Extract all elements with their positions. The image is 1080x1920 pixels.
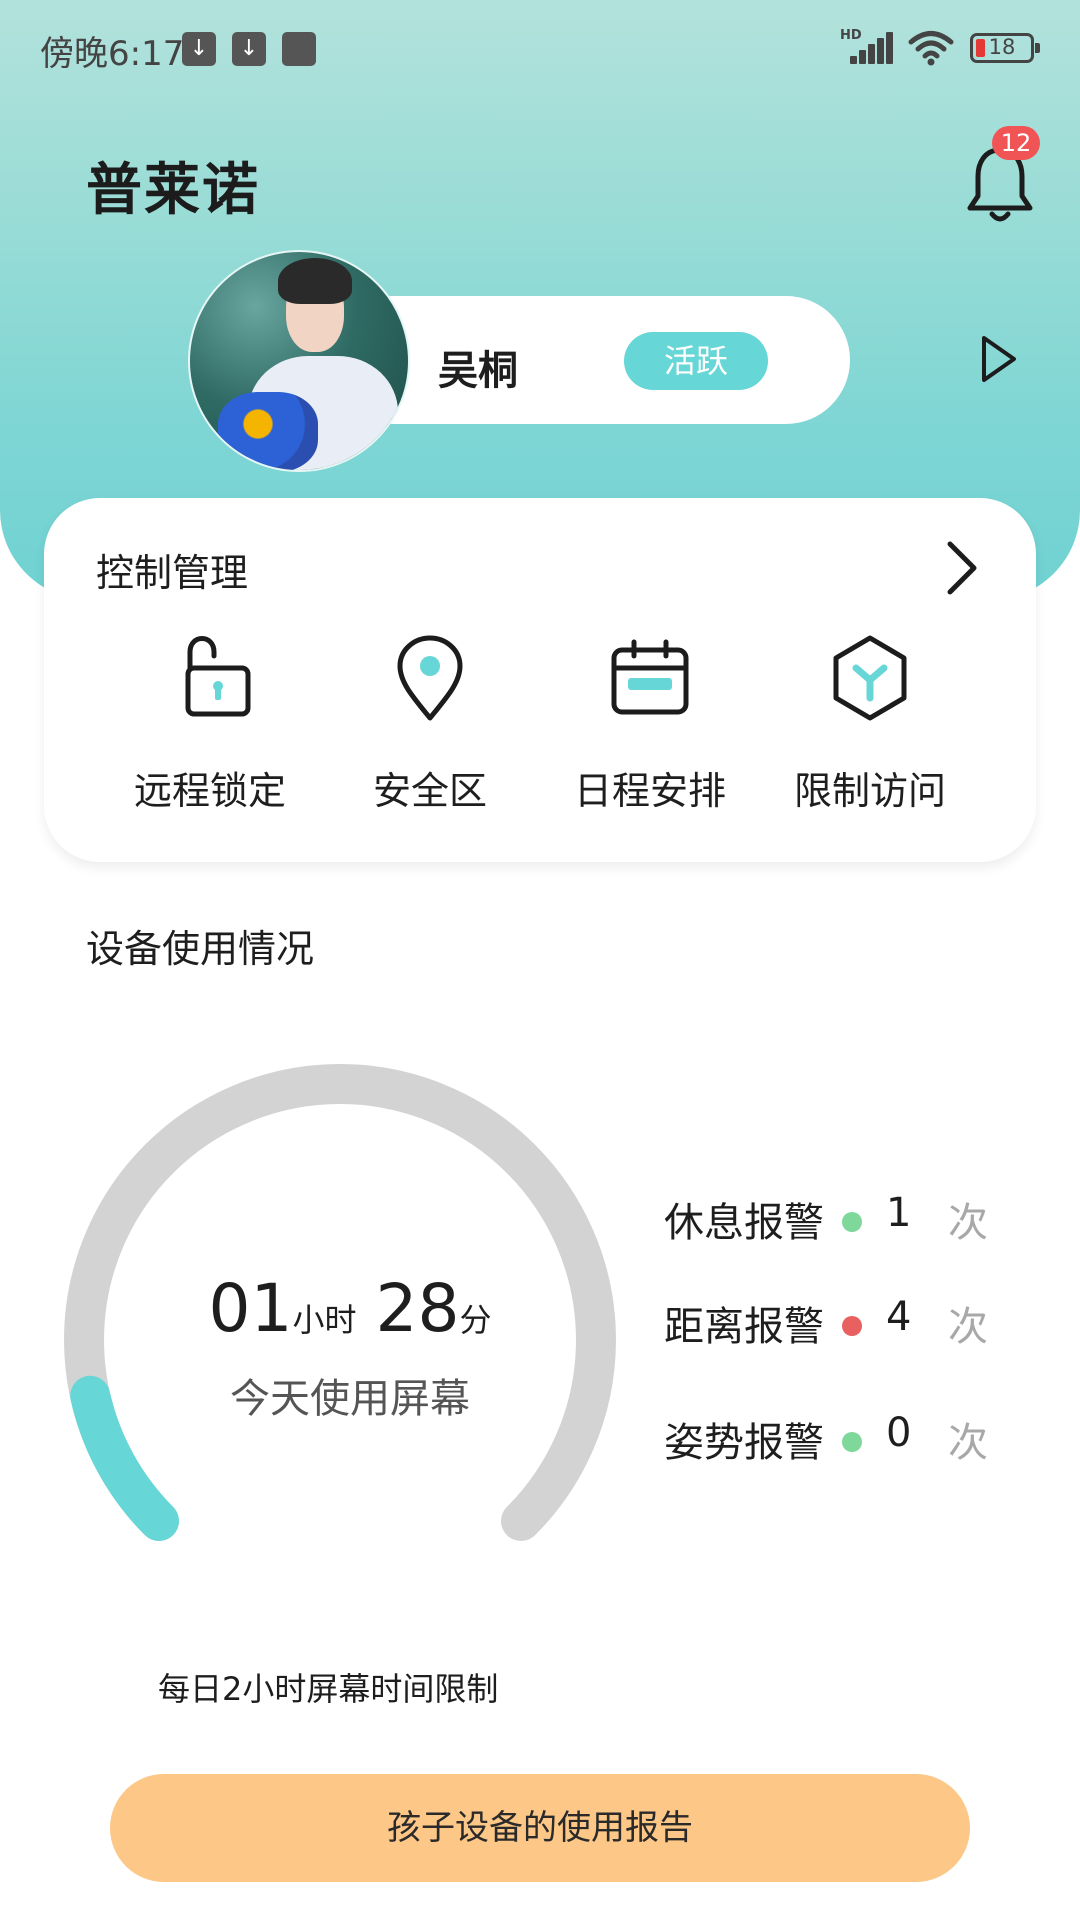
posture-alert-row: 姿势报警 0 次	[664, 1410, 1004, 1470]
rest-alert-dot	[842, 1212, 862, 1232]
signal-icon: HD	[840, 28, 893, 68]
app-icon	[282, 32, 316, 66]
avatar[interactable]	[188, 250, 410, 472]
safe-zone-label: 安全区	[372, 769, 487, 813]
posture-alert-label: 姿势报警	[664, 1420, 824, 1466]
battery-level: 18	[988, 35, 1016, 59]
posture-alert-dot	[842, 1432, 862, 1452]
profile-name: 吴桐	[438, 348, 518, 394]
schedule-button[interactable]: 日程安排	[550, 630, 750, 815]
unlock-icon	[185, 636, 251, 717]
notification-badge: 12	[992, 126, 1040, 160]
posture-alert-unit: 次	[948, 1420, 988, 1466]
hd-label: HD	[840, 28, 862, 43]
download-icon: ↓	[182, 32, 216, 66]
calendar-icon	[611, 639, 689, 715]
chevron-right-icon[interactable]	[944, 540, 980, 596]
distance-alert-unit: 次	[948, 1304, 988, 1350]
wifi-icon	[908, 31, 954, 66]
battery-icon: 18	[970, 33, 1040, 63]
status-time: 傍晚6:17	[40, 34, 185, 74]
posture-alert-count: 0	[886, 1410, 912, 1456]
restrict-hexagon-icon	[833, 635, 907, 721]
usage-report-button[interactable]: 孩子设备的使用报告	[110, 1774, 970, 1882]
gauge-progress	[70, 1375, 179, 1541]
usage-time: 01小时 28分	[190, 1270, 510, 1347]
usage-hours-unit: 小时	[292, 1301, 357, 1339]
status-badge: 活跃	[624, 332, 768, 390]
schedule-label: 日程安排	[573, 769, 726, 813]
usage-minutes-unit: 分	[459, 1301, 492, 1339]
usage-hours: 01	[208, 1270, 293, 1347]
status-right: HD 18	[840, 26, 1040, 70]
status-bar: 傍晚6:17 ↓ ↓ HD 18	[0, 0, 1080, 96]
rest-alert-unit: 次	[948, 1200, 988, 1246]
today-usage-label: 今天使用屏幕	[230, 1376, 470, 1422]
restrict-access-button[interactable]: 限制访问	[770, 630, 970, 815]
remote-lock-button[interactable]: 远程锁定	[110, 630, 310, 815]
usage-minutes: 28	[375, 1270, 460, 1347]
remote-lock-label: 远程锁定	[133, 769, 286, 813]
distance-alert-row: 距离报警 4 次	[664, 1294, 1004, 1354]
rest-alert-row: 休息报警 1 次	[664, 1190, 1004, 1250]
usage-title: 设备使用情况	[86, 927, 315, 971]
control-title: 控制管理	[96, 551, 249, 595]
play-arrow-icon[interactable]	[980, 334, 1018, 384]
rest-alert-label: 休息报警	[664, 1200, 824, 1246]
distance-alert-label: 距离报警	[664, 1304, 824, 1350]
distance-alert-count: 4	[886, 1294, 912, 1340]
daily-limit-text: 每日2小时屏幕时间限制	[158, 1670, 499, 1708]
app-title: 普莱诺	[86, 158, 260, 223]
restrict-access-label: 限制访问	[793, 769, 946, 813]
location-pin-icon	[397, 635, 463, 721]
distance-alert-dot	[842, 1316, 862, 1336]
rest-alert-count: 1	[886, 1190, 912, 1236]
download-icon: ↓	[232, 32, 266, 66]
safe-zone-button[interactable]: 安全区	[330, 630, 530, 815]
